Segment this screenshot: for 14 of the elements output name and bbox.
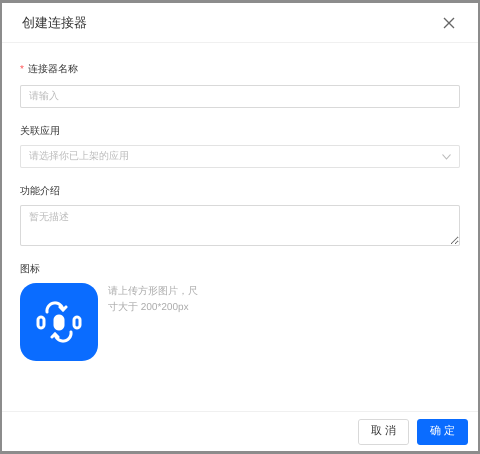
app-icon[interactable] bbox=[20, 283, 98, 361]
upload-hint: 请上传方形图片，尺寸大于 200*200px bbox=[108, 284, 199, 315]
description-field[interactable]: 暂无描述 bbox=[20, 205, 460, 246]
dialog-title: 创建连接器 bbox=[22, 14, 87, 32]
field-label: 连接器名称 bbox=[28, 63, 78, 77]
field-label: 图标 bbox=[20, 263, 41, 277]
confirm-button[interactable]: 确 定 bbox=[416, 418, 468, 444]
field-label: 关联应用 bbox=[20, 125, 60, 139]
field-label: 功能介绍 bbox=[20, 185, 60, 199]
input-field[interactable]: 请输入 bbox=[20, 85, 460, 108]
required-mark: * bbox=[20, 63, 24, 77]
close-icon[interactable] bbox=[443, 16, 455, 28]
cancel-button[interactable]: 取 消 bbox=[358, 418, 409, 444]
chevron-down-icon bbox=[442, 154, 451, 160]
